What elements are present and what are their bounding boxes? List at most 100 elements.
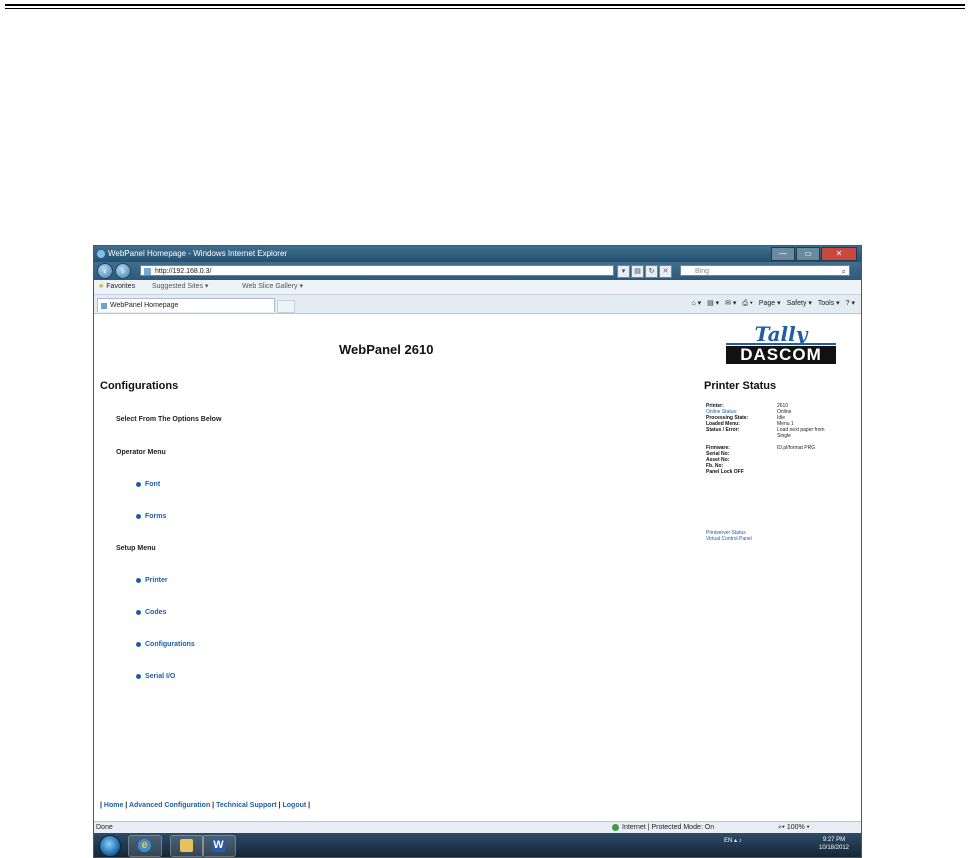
mail-icon[interactable]: ✉ ▾ [725, 300, 736, 307]
page-icon [144, 268, 151, 275]
dropdown-button[interactable]: ▾ [617, 265, 630, 278]
header-rule-thick [5, 4, 965, 6]
page-title: WebPanel 2610 [339, 342, 434, 357]
search-icon[interactable]: ⌕ [842, 266, 846, 277]
search-placeholder: Bing [695, 268, 710, 275]
address-input[interactable]: http://192.168.0.3/ [140, 265, 614, 276]
help-icon[interactable]: ? ▾ [846, 300, 855, 307]
bullet-icon [136, 673, 141, 679]
feeds-icon[interactable]: ▤ ▾ [707, 300, 719, 307]
codes-link-label: Codes [145, 609, 167, 616]
forms-link-label: Forms [145, 513, 167, 520]
bullet-icon [136, 641, 141, 647]
tab-page-icon [101, 303, 107, 309]
globe-icon [612, 823, 619, 831]
window-title: WebPanel Homepage - Windows Internet Exp… [108, 249, 288, 258]
volume-icon[interactable]: ♪ [739, 838, 742, 844]
browser-window: WebPanel Homepage - Windows Internet Exp… [93, 245, 862, 858]
tally-dascom-logo: Tally DASCOM [726, 322, 836, 366]
new-tab-button[interactable] [277, 300, 295, 313]
logo-dascom: DASCOM [726, 343, 836, 364]
setup-menu-heading: Setup Menu [116, 545, 156, 552]
window-controls: — ▭ ✕ [770, 247, 857, 261]
printer-link[interactable]: Printer [136, 577, 168, 584]
windows-taskbar: e W EN ▴ ♪ 9:27 PM 10/18/2012 [94, 833, 861, 857]
footer-logout-link[interactable]: Logout [283, 802, 307, 809]
maximize-button[interactable]: ▭ [796, 247, 820, 261]
zone-label: Internet | Protected Mode: On [622, 824, 715, 831]
taskbar-explorer[interactable] [170, 835, 204, 857]
word-icon: W [212, 839, 225, 852]
tab-webpanel-homepage[interactable]: WebPanel Homepage [97, 298, 275, 312]
footer-advanced-configuration-link[interactable]: Advanced Configuration [129, 802, 210, 809]
system-tray: EN ▴ ♪ [724, 837, 742, 844]
clock-time: 9:27 PM [822, 837, 846, 843]
ie-icon: e [138, 839, 151, 852]
nav-buttons: ‹ › [97, 263, 133, 279]
operator-menu-heading: Operator Menu [116, 449, 166, 456]
page-menu[interactable]: Page ▾ [759, 300, 781, 307]
configurations-link-label: Configurations [145, 641, 195, 648]
header-rule-thin [5, 8, 965, 9]
printer-link-label: Printer [145, 577, 168, 584]
status-value: Single [777, 433, 791, 439]
favorites-label: Favorites [106, 283, 136, 290]
compatibility-button[interactable]: ▤ [631, 265, 644, 278]
tab-label: WebPanel Homepage [110, 302, 179, 309]
select-options-text: Select From The Options Below [116, 416, 222, 423]
home-icon[interactable]: ⌂ ▾ [691, 300, 701, 307]
folder-icon [180, 839, 193, 852]
back-button[interactable]: ‹ [97, 263, 113, 279]
taskbar-word[interactable]: W [202, 835, 236, 857]
close-button[interactable]: ✕ [821, 247, 857, 261]
forward-button[interactable]: › [115, 263, 131, 279]
configurations-heading: Configurations [100, 380, 179, 392]
status-key: Panel Lock OFF [706, 469, 744, 475]
serial-io-link[interactable]: Serial I/O [136, 673, 175, 680]
status-key: Status / Error: [706, 427, 740, 433]
minimize-button[interactable]: — [771, 247, 795, 261]
forms-link[interactable]: Forms [136, 513, 166, 520]
address-buttons: ▾ ▤ ↻ ✕ [617, 265, 673, 278]
ie-icon [97, 250, 105, 258]
start-button[interactable] [99, 835, 121, 857]
star-icon: ★ [98, 283, 105, 290]
stop-button[interactable]: ✕ [659, 265, 672, 278]
address-text: http://192.168.0.3/ [155, 268, 212, 275]
tab-bar: WebPanel Homepage ⌂ ▾ ▤ ▾ ✉ ▾ ⎙ ▾ Page ▾… [94, 295, 861, 314]
bullet-icon [136, 609, 141, 615]
page-content: WebPanel 2610 Tally DASCOM Configuration… [94, 314, 859, 821]
serial-io-link-label: Serial I/O [145, 673, 176, 680]
refresh-button[interactable]: ↻ [645, 265, 658, 278]
web-slice-gallery-link[interactable]: Web Slice Gallery ▾ [242, 280, 303, 294]
footer-technical-support-link[interactable]: Technical Support [216, 802, 277, 809]
title-bar: WebPanel Homepage - Windows Internet Exp… [94, 246, 861, 262]
configurations-link[interactable]: Configurations [136, 641, 195, 648]
command-bar: ⌂ ▾ ▤ ▾ ✉ ▾ ⎙ ▾ Page ▾ Safety ▾ Tools ▾ … [687, 295, 855, 313]
printer-status-heading: Printer Status [704, 380, 777, 392]
taskbar-ie[interactable]: e [128, 835, 162, 857]
print-icon[interactable]: ⎙ ▾ [742, 300, 753, 307]
codes-link[interactable]: Codes [136, 609, 166, 616]
favorites-button[interactable]: ★ Favorites [98, 280, 135, 294]
address-bar-row: ‹ › http://192.168.0.3/ ▾ ▤ ↻ ✕ Bing ⌕ [94, 262, 861, 280]
suggested-sites-link[interactable]: Suggested Sites ▾ [152, 280, 208, 294]
footer-home-link[interactable]: Home [104, 802, 123, 809]
status-value: ID.pl/format PRG [777, 445, 816, 451]
search-input[interactable]: Bing ⌕ [680, 265, 850, 276]
bullet-icon [136, 513, 141, 519]
font-link-label: Font [145, 481, 161, 488]
clock[interactable]: 9:27 PM 10/18/2012 [812, 836, 856, 852]
footer-separator: | [306, 802, 311, 809]
virtual-control-panel-link[interactable]: Virtual Control Panel [706, 536, 752, 542]
clock-date: 10/18/2012 [818, 845, 850, 851]
font-link[interactable]: Font [136, 481, 160, 488]
language-indicator[interactable]: EN [724, 838, 732, 844]
safety-menu[interactable]: Safety ▾ [787, 300, 812, 307]
bullet-icon [136, 481, 141, 487]
footer-nav: | Home | Advanced Configuration | Techni… [100, 802, 310, 809]
tools-menu[interactable]: Tools ▾ [818, 300, 840, 307]
favorites-bar: ★ Favorites Suggested Sites ▾ Web Slice G… [94, 280, 861, 295]
bullet-icon [136, 577, 141, 583]
zoom-level: 100% [786, 824, 805, 831]
